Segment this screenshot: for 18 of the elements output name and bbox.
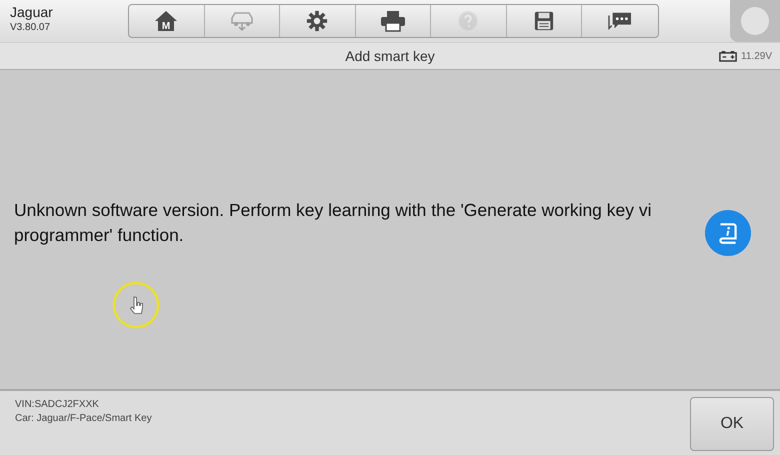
printer-icon <box>380 10 406 32</box>
voltage-reading: 11.29V <box>741 50 772 62</box>
save-icon <box>534 11 554 31</box>
vehicle-name: Jaguar <box>10 4 54 21</box>
settings-icon <box>306 10 328 32</box>
message-text: Unknown software version. Perform key learning with the 'Generate working key vi programmer' function. <box>14 198 653 247</box>
vin-text: VIN:SADCJ2FXXK <box>15 398 100 412</box>
chat-icon <box>606 10 633 32</box>
home-icon-label: M <box>162 21 170 32</box>
battery-icon <box>719 50 738 62</box>
page-title: Add smart key <box>344 48 436 64</box>
help-icon <box>457 10 480 32</box>
cursor-icon <box>112 281 160 329</box>
software-version: V3.80.07 <box>10 21 52 34</box>
car-path-text: Car: Jaguar/F-Pace/Smart Key <box>15 412 153 426</box>
home-button[interactable]: M <box>129 5 204 37</box>
info-button[interactable] <box>705 210 751 256</box>
ok-button[interactable]: OK <box>690 397 774 451</box>
